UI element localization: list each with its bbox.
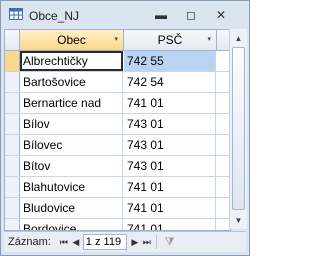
separator [155, 235, 157, 249]
row-selector[interactable] [5, 156, 20, 176]
table-icon [9, 8, 23, 20]
row-selector[interactable] [5, 51, 20, 71]
table-row[interactable]: Blahutovice 741 01 [5, 177, 230, 198]
cell-obec[interactable]: Blahutovice [20, 177, 123, 197]
row-selector[interactable] [5, 93, 20, 113]
column-header-label: Obec [57, 33, 86, 47]
table-body: Albrechtičky 742 55 Bartošovice 742 54 B… [5, 51, 230, 230]
row-selector[interactable] [5, 114, 20, 134]
scroll-down-icon[interactable]: ▼ [231, 212, 246, 228]
scroll-up-icon[interactable]: ▲ [231, 30, 246, 46]
cell-obec[interactable]: Albrechtičky [20, 51, 123, 71]
sort-dropdown-icon[interactable]: ▾ [114, 30, 118, 50]
cell-psc[interactable]: 742 55 [124, 51, 216, 71]
table-row[interactable]: Bítov 743 01 [5, 156, 230, 177]
table-window: Obce_NJ ▬ ◻ ✕ Obec ▾ PSČ ▾ Albrechtičky … [0, 0, 250, 256]
cell-obec[interactable]: Bludovice [20, 198, 123, 218]
last-record-icon[interactable]: ⏭ [142, 237, 152, 248]
previous-record-icon[interactable]: ◀ [71, 237, 81, 248]
cell-psc[interactable]: 742 54 [124, 72, 216, 92]
table-row[interactable]: Bernartice nad 741 01 [5, 93, 230, 114]
column-header-row: Obec ▾ PSČ ▾ [5, 30, 230, 51]
current-record-field[interactable]: 1 z 119 [82, 234, 127, 250]
cell-obec[interactable]: Bítov [20, 156, 123, 176]
filter-icon[interactable]: ⧩ [165, 236, 175, 249]
vertical-scrollbar[interactable]: ▲ ▼ [229, 29, 247, 229]
close-button[interactable]: ✕ [212, 8, 230, 22]
minimize-button[interactable]: ▬ [152, 8, 170, 22]
row-selector[interactable] [5, 72, 20, 92]
cell-psc[interactable]: 743 01 [124, 114, 216, 134]
record-navigation-bar: Záznam: ⏮ ◀ 1 z 119 ▶ ⏭ ⧩ [4, 231, 246, 252]
column-header-obec[interactable]: Obec ▾ [20, 30, 124, 50]
cell-psc[interactable]: 741 01 [124, 177, 216, 197]
cell-obec[interactable]: Bordovice [20, 219, 123, 230]
column-header-psc[interactable]: PSČ ▾ [124, 30, 217, 50]
cell-psc[interactable]: 741 01 [124, 93, 216, 113]
cell-psc[interactable]: 743 01 [124, 156, 216, 176]
cell-psc[interactable]: 741 01 [124, 219, 216, 230]
row-selector[interactable] [5, 198, 20, 218]
next-record-icon[interactable]: ▶ [130, 237, 140, 248]
sort-dropdown-icon[interactable]: ▾ [207, 30, 211, 50]
select-all-cell[interactable] [5, 30, 20, 50]
column-header-label: PSČ [157, 33, 183, 47]
table-row[interactable]: Bílov 743 01 [5, 114, 230, 135]
table-row[interactable]: Bartošovice 742 54 [5, 72, 230, 93]
cell-psc[interactable]: 741 01 [124, 198, 216, 218]
row-selector[interactable] [5, 135, 20, 155]
title-bar[interactable]: Obce_NJ ▬ ◻ ✕ [1, 1, 249, 29]
cell-obec[interactable]: Bernartice nad [20, 93, 123, 113]
maximize-button[interactable]: ◻ [182, 8, 200, 22]
datasheet-grid: Obec ▾ PSČ ▾ Albrechtičky 742 55 Bartošo… [4, 29, 231, 231]
table-row[interactable]: Bludovice 741 01 [5, 198, 230, 219]
cell-psc[interactable]: 743 01 [124, 135, 216, 155]
cell-obec[interactable]: Bílov [20, 114, 123, 134]
scroll-thumb[interactable] [232, 47, 245, 210]
table-row[interactable]: Bílovec 743 01 [5, 135, 230, 156]
cell-obec[interactable]: Bartošovice [20, 72, 123, 92]
record-label: Záznam: [8, 236, 51, 248]
row-selector[interactable] [5, 219, 20, 230]
row-selector[interactable] [5, 177, 20, 197]
first-record-icon[interactable]: ⏮ [59, 237, 69, 248]
table-row[interactable]: Bordovice 741 01 [5, 219, 230, 230]
window-title: Obce_NJ [29, 9, 80, 23]
table-row[interactable]: Albrechtičky 742 55 [5, 51, 230, 72]
cell-obec[interactable]: Bílovec [20, 135, 123, 155]
